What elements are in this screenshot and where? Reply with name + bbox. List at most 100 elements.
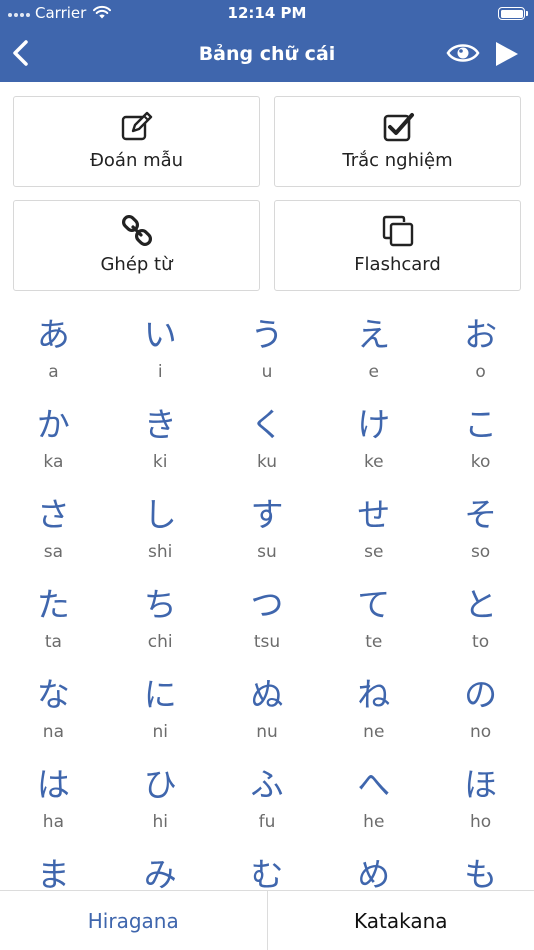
- kana-cell[interactable]: く ku: [214, 400, 321, 490]
- kana-cell[interactable]: ち chi: [107, 580, 214, 670]
- eye-icon[interactable]: [446, 40, 480, 66]
- kana-cell[interactable]: け ke: [320, 400, 427, 490]
- flashcard-button[interactable]: Flashcard: [274, 200, 521, 291]
- kana-character: へ: [357, 765, 391, 804]
- kana-cell[interactable]: うu: [214, 310, 321, 400]
- checkbox-icon: [383, 113, 414, 142]
- kana-character: ね: [357, 675, 391, 714]
- romaji-label: so: [470, 542, 491, 562]
- kana-row: た ta ち chi つ tsu て te と to: [0, 580, 534, 670]
- kana-cell[interactable]: は ha: [0, 760, 107, 850]
- romaji-label: ta: [44, 632, 62, 652]
- romaji-label: o: [475, 362, 486, 382]
- guess-pattern-button[interactable]: Đoán mẫu: [13, 96, 260, 187]
- kana-row: は ha ひ hi ふ fu へ he ほ ho: [0, 760, 534, 850]
- kana-character: み: [143, 855, 177, 890]
- kana-cell[interactable]: し shi: [107, 490, 214, 580]
- kana-cell[interactable]: に ni: [107, 670, 214, 760]
- kana-cell[interactable]: の no: [427, 670, 534, 760]
- kana-cell[interactable]: さ sa: [0, 490, 107, 580]
- romaji-label: he: [363, 812, 385, 832]
- kana-character: つ: [250, 585, 284, 624]
- kana-character: か: [36, 405, 70, 444]
- kana-cell[interactable]: ひ hi: [107, 760, 214, 850]
- kana-cell[interactable]: えe: [320, 310, 427, 400]
- kana-cell[interactable]: き ki: [107, 400, 214, 490]
- kana-character: い: [143, 315, 177, 354]
- kana-character: ほ: [464, 765, 498, 804]
- kana-cell[interactable]: て te: [320, 580, 427, 670]
- kana-cell[interactable]: へ he: [320, 760, 427, 850]
- guess-pattern-label: Đoán mẫu: [89, 150, 184, 171]
- nav-bar: Bảng chữ cái: [0, 28, 534, 82]
- kana-character: は: [36, 765, 70, 804]
- romaji-label: na: [42, 722, 64, 742]
- kana-cell[interactable]: あa: [0, 310, 107, 400]
- kana-cell[interactable]: おo: [427, 310, 534, 400]
- kana-row: あaいiうuえeおo: [0, 310, 534, 400]
- kana-cell[interactable]: ぬ nu: [214, 670, 321, 760]
- kana-cell[interactable]: め: [320, 850, 427, 890]
- kana-cell[interactable]: た ta: [0, 580, 107, 670]
- romaji-label: e: [368, 362, 380, 382]
- kana-cell[interactable]: と to: [427, 580, 534, 670]
- quiz-label: Trắc nghiệm: [342, 150, 453, 171]
- romaji-label: tsu: [253, 632, 281, 652]
- flashcard-label: Flashcard: [354, 254, 441, 275]
- kana-cell[interactable]: そ so: [427, 490, 534, 580]
- kana-cell[interactable]: な na: [0, 670, 107, 760]
- romaji-label: fu: [258, 812, 276, 832]
- kana-character: ふ: [250, 765, 284, 804]
- romaji-label: ho: [469, 812, 492, 832]
- kana-cell[interactable]: ま: [0, 850, 107, 890]
- romaji-label: nu: [256, 722, 278, 742]
- tab-hiragana[interactable]: Hiragana: [0, 891, 267, 950]
- status-bar: Carrier 12:14 PM: [0, 0, 534, 28]
- kana-row: な na に ni ぬ nu ね ne の no: [0, 670, 534, 760]
- clock: 12:14 PM: [227, 4, 307, 22]
- romaji-label: u: [261, 362, 273, 382]
- quiz-button[interactable]: Trắc nghiệm: [274, 96, 521, 187]
- romaji-label: ke: [363, 452, 384, 472]
- kana-cell[interactable]: せ se: [320, 490, 427, 580]
- kana-cell[interactable]: ふ fu: [214, 760, 321, 850]
- romaji-label: se: [364, 542, 384, 562]
- kana-character: ま: [36, 855, 70, 890]
- kana-cell[interactable]: いi: [107, 310, 214, 400]
- kana-cell[interactable]: み: [107, 850, 214, 890]
- romaji-label: a: [48, 362, 59, 382]
- kana-cell[interactable]: こ ko: [427, 400, 534, 490]
- romaji-label: shi: [148, 542, 173, 562]
- kana-cell[interactable]: す su: [214, 490, 321, 580]
- romaji-label: ku: [256, 452, 278, 472]
- kana-cell[interactable]: も: [427, 850, 534, 890]
- kana-cell[interactable]: む: [214, 850, 321, 890]
- romaji-label: ni: [152, 722, 168, 742]
- romaji-label: ki: [152, 452, 168, 472]
- kana-cell[interactable]: つ tsu: [214, 580, 321, 670]
- kana-character: す: [250, 495, 284, 534]
- kana-character: お: [464, 315, 498, 354]
- edit-icon: [121, 111, 152, 141]
- romaji-label: ko: [470, 452, 491, 472]
- kana-cell[interactable]: ね ne: [320, 670, 427, 760]
- romaji-label: no: [469, 722, 492, 742]
- kana-character: し: [143, 495, 177, 534]
- script-tab-bar: Hiragana Katakana: [0, 890, 534, 950]
- kana-character: と: [464, 585, 498, 624]
- kana-cell[interactable]: か ka: [0, 400, 107, 490]
- kana-character: む: [250, 855, 284, 890]
- kana-cell[interactable]: ほ ho: [427, 760, 534, 850]
- kana-row: か ka き ki く ku け ke こ ko: [0, 400, 534, 490]
- tab-katakana[interactable]: Katakana: [268, 891, 534, 950]
- kana-character: の: [464, 675, 498, 714]
- romaji-label: to: [472, 632, 490, 652]
- kana-character: め: [357, 855, 391, 890]
- play-icon[interactable]: [494, 40, 520, 68]
- kana-character: そ: [464, 495, 498, 534]
- kana-character: く: [250, 405, 284, 444]
- kana-character: ち: [143, 585, 177, 624]
- word-match-button[interactable]: Ghép từ: [13, 200, 260, 291]
- kana-character: う: [250, 315, 284, 354]
- romaji-label: te: [365, 632, 383, 652]
